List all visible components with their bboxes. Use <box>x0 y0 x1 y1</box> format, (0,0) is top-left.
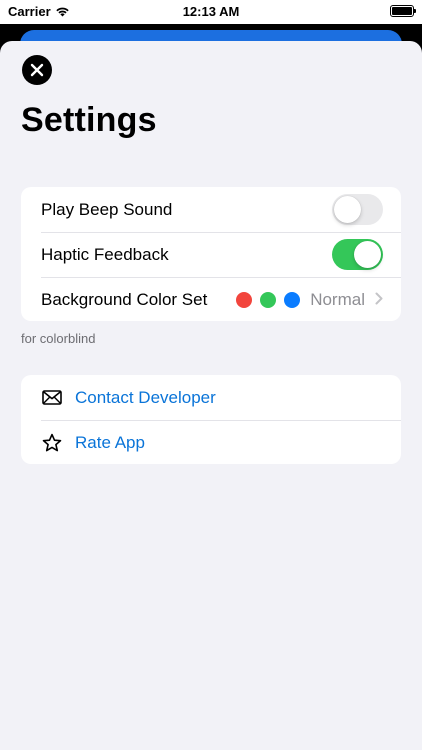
red-swatch <box>236 291 253 308</box>
envelope-icon <box>41 387 63 409</box>
chevron-right-icon <box>375 290 383 310</box>
play-beep-row: Play Beep Sound <box>21 187 401 232</box>
star-icon <box>41 432 63 454</box>
background-color-set-row[interactable]: Background Color Set Normal <box>21 277 401 321</box>
haptic-feedback-toggle[interactable] <box>332 239 383 270</box>
toggle-knob <box>354 241 381 268</box>
toggle-knob <box>334 196 361 223</box>
links-group: Contact Developer Rate App <box>21 375 401 464</box>
close-button[interactable] <box>22 55 52 85</box>
contact-developer-row[interactable]: Contact Developer <box>21 375 401 420</box>
background-color-set-label: Background Color Set <box>41 289 208 309</box>
play-beep-label: Play Beep Sound <box>41 199 173 219</box>
rate-app-label: Rate App <box>75 432 145 452</box>
settings-group: Play Beep Sound Haptic Feedback Backgrou… <box>21 187 401 321</box>
close-icon <box>30 63 44 77</box>
haptic-feedback-label: Haptic Feedback <box>41 244 169 264</box>
color-swatches <box>236 291 301 308</box>
settings-sheet: Settings Play Beep Sound Haptic Feedback… <box>0 41 422 750</box>
blue-swatch <box>284 291 301 308</box>
status-bar: Carrier 12:13 AM <box>0 0 422 24</box>
contact-developer-label: Contact Developer <box>75 387 216 407</box>
page-title: Settings <box>21 101 157 139</box>
play-beep-toggle[interactable] <box>332 194 383 225</box>
status-time: 12:13 AM <box>182 4 240 19</box>
battery-icon <box>390 5 416 17</box>
rate-app-row[interactable]: Rate App <box>21 420 401 464</box>
colorblind-footnote: for colorblind <box>21 331 96 346</box>
haptic-feedback-row: Haptic Feedback <box>21 232 401 277</box>
green-swatch <box>260 291 277 308</box>
background-color-value: Normal <box>310 289 365 309</box>
